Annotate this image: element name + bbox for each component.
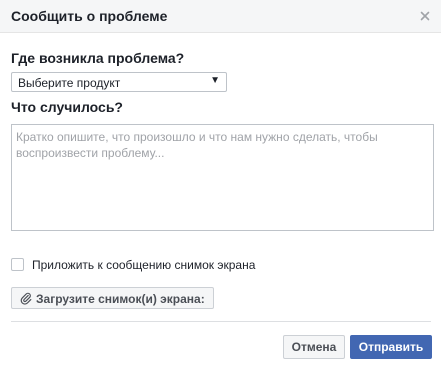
report-problem-dialog: Сообщить о проблеме Где возникла проблем…	[0, 0, 441, 368]
upload-screenshot-button[interactable]: Загрузите снимок(и) экрана:	[11, 287, 214, 309]
where-label: Где возникла проблема?	[11, 50, 185, 66]
attach-screenshot-checkbox[interactable]	[11, 258, 24, 271]
close-button[interactable]	[417, 8, 433, 24]
cancel-button[interactable]: Отмена	[283, 335, 345, 359]
upload-screenshot-label: Загрузите снимок(и) экрана:	[36, 292, 205, 306]
product-select-value: Выберите продукт	[18, 76, 121, 90]
close-icon	[420, 11, 430, 21]
caret-down-icon: ▼	[210, 75, 220, 86]
dialog-title: Сообщить о проблеме	[11, 8, 168, 24]
what-label: Что случилось?	[11, 99, 123, 115]
description-field[interactable]	[11, 124, 434, 231]
product-select[interactable]: Выберите продукт ▼	[11, 72, 227, 92]
paperclip-icon	[20, 292, 32, 305]
dialog-header: Сообщить о проблеме	[0, 0, 441, 33]
submit-button[interactable]: Отправить	[350, 335, 432, 359]
attach-screenshot-label: Приложить к сообщению снимок экрана	[32, 258, 256, 272]
footer-divider	[11, 321, 431, 322]
